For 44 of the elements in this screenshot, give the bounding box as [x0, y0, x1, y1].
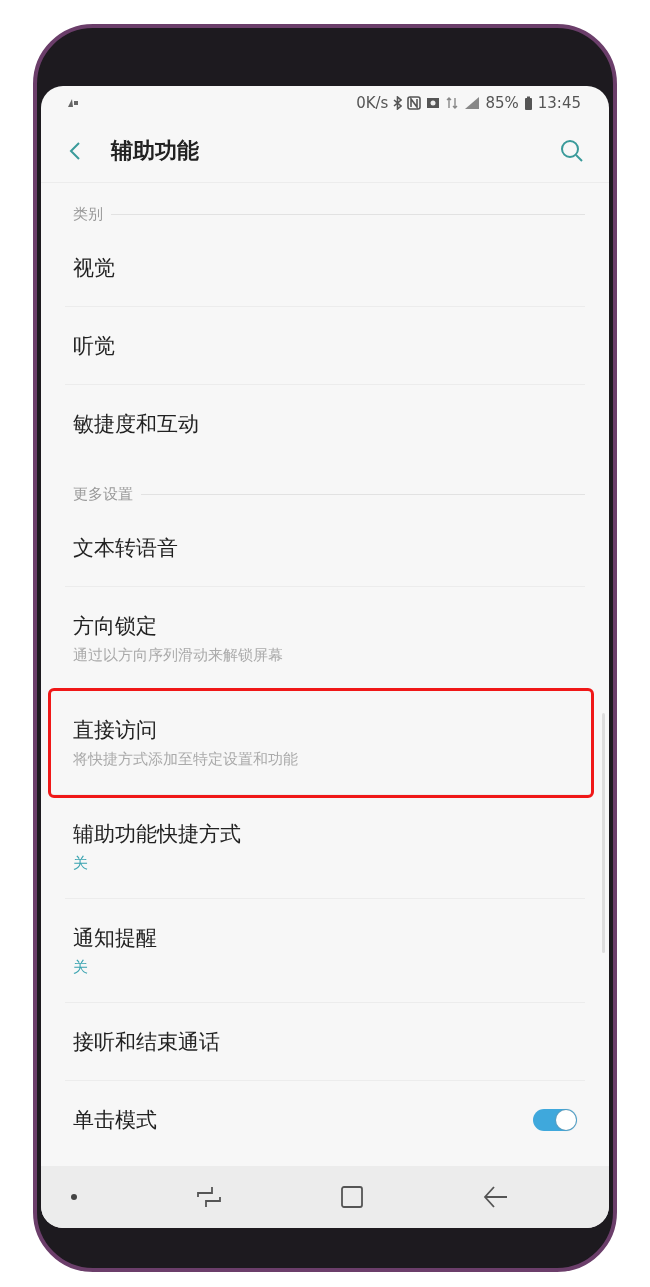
item-title: 文本转语音 [73, 534, 179, 562]
item-title: 听觉 [73, 332, 116, 360]
settings-item[interactable]: 辅助功能快捷方式 关 [65, 795, 585, 899]
settings-item[interactable]: 听觉 [65, 307, 585, 385]
clock: 13:45 [537, 94, 581, 112]
settings-item[interactable]: 敏捷度和互动 [65, 385, 585, 463]
item-value: 关 [73, 854, 89, 873]
nfc-icon [407, 96, 422, 110]
item-title: 通知提醒 [73, 925, 158, 952]
notification-icon [67, 98, 79, 108]
search-button[interactable] [559, 138, 585, 164]
back-button[interactable] [69, 141, 81, 161]
section-header: 类别 [73, 204, 103, 224]
bluetooth-icon [393, 96, 403, 110]
item-title: 单击模式 [73, 1107, 158, 1134]
settings-item[interactable]: 方向锁定 通过以方向序列滑动来解锁屏幕 [65, 587, 585, 691]
item-title: 接听和结束通话 [73, 1028, 221, 1056]
settings-item[interactable]: 文本转语音 [65, 509, 585, 587]
settings-item[interactable]: 视觉 [65, 229, 585, 307]
item-title: 敏捷度和互动 [73, 411, 200, 438]
network-speed: 0K/s [356, 94, 389, 112]
home-button[interactable] [340, 1185, 365, 1209]
vibrate-icon [426, 96, 441, 110]
settings-item[interactable]: 通知提醒 关 [65, 899, 585, 1003]
item-title: 方向锁定 [73, 613, 158, 640]
battery-percent: 85% [485, 94, 519, 112]
item-title: 视觉 [73, 254, 116, 282]
item-value: 关 [73, 958, 89, 977]
recent-apps-button[interactable] [195, 1186, 222, 1208]
dot-icon [71, 1194, 77, 1200]
signal-icon [464, 96, 481, 110]
settings-item[interactable]: 直接访问 将快捷方式添加至特定设置和功能 [51, 691, 591, 795]
back-nav-button[interactable] [482, 1186, 509, 1208]
toggle-switch[interactable] [533, 1109, 577, 1131]
battery-icon [523, 95, 533, 111]
item-description: 通过以方向序列滑动来解锁屏幕 [73, 646, 284, 665]
item-title: 直接访问 [73, 717, 158, 744]
settings-item[interactable]: 接听和结束通话 [65, 1003, 585, 1081]
section-header: 更多设置 [73, 484, 133, 504]
item-description: 将快捷方式添加至特定设置和功能 [73, 750, 299, 769]
page-title: 辅助功能 [111, 137, 199, 165]
settings-item[interactable]: 单击模式 [65, 1081, 585, 1159]
item-title: 辅助功能快捷方式 [73, 821, 242, 848]
data-icon [445, 96, 460, 110]
